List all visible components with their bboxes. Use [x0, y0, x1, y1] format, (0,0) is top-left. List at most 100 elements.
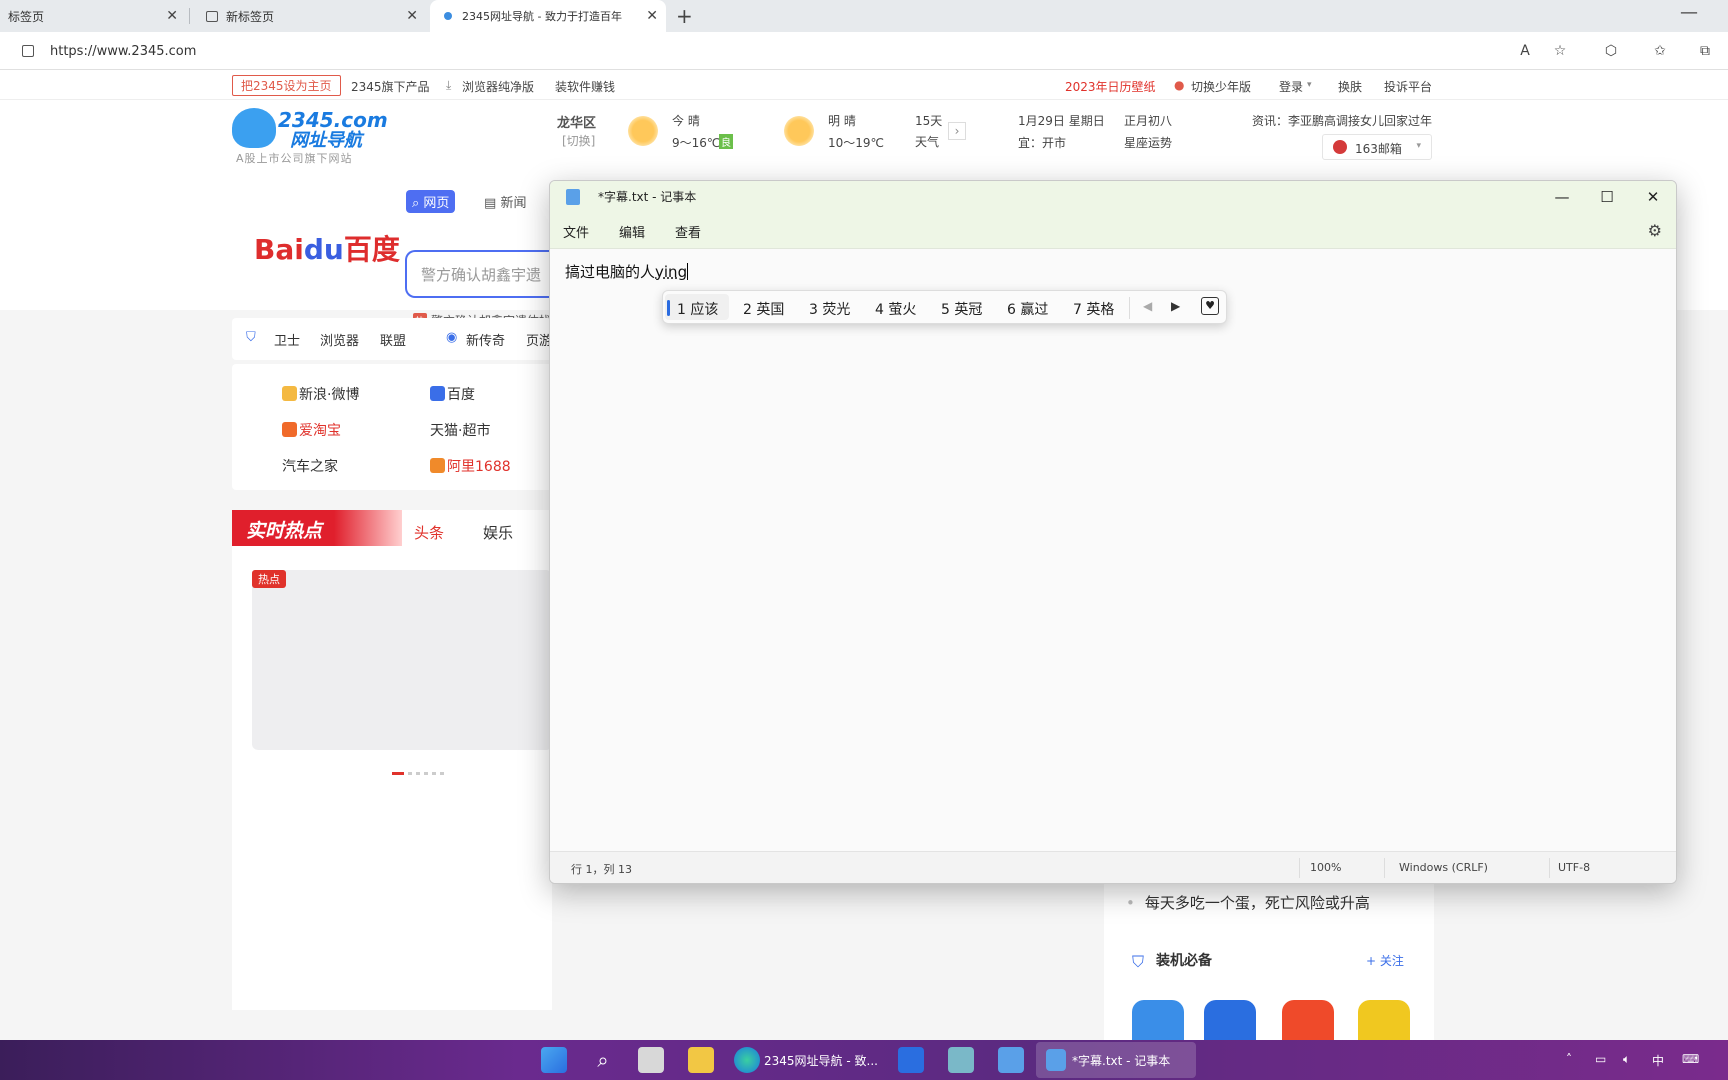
carousel-dots[interactable] [392, 764, 448, 779]
edge-taskbar-label[interactable]: 2345网址导航 - 致... [764, 1052, 878, 1069]
mail-dropdown[interactable]: 163邮箱 ▾ [1322, 134, 1432, 160]
shield-icon: ⛉ [246, 330, 256, 345]
ime-candidate[interactable]: 7 英格 [1073, 299, 1114, 319]
notepad-text-area[interactable]: 搞过电脑的人ying [550, 249, 1676, 851]
link-tmall[interactable]: 天猫·超市 [430, 420, 490, 440]
tab-entertainment[interactable]: 娱乐 [483, 522, 513, 543]
ime-candidate[interactable]: 5 英冠 [941, 299, 982, 319]
ime-candidate[interactable]: 1 应该 [677, 299, 718, 319]
app-taskbar-icon[interactable] [998, 1047, 1024, 1073]
favorite-heart-icon[interactable]: ♥ [1201, 297, 1219, 315]
tab-title: 标签页 [8, 9, 45, 24]
url-box[interactable]: https://www.2345.com [6, 36, 1584, 66]
minimize-button[interactable]: — [1547, 185, 1577, 209]
mascot-logo-icon[interactable] [232, 108, 276, 148]
favorites-list-icon[interactable]: ✩ [1651, 42, 1669, 60]
ime-candidate[interactable]: 3 荧光 [809, 299, 850, 319]
link-weibo[interactable]: 新浪·微博 [282, 384, 359, 404]
login-link[interactable]: 登录 [1279, 78, 1303, 95]
baidu-logo[interactable]: Baidu百度 [254, 228, 400, 268]
new-tab-icon[interactable]: + [676, 4, 693, 28]
lock-icon[interactable] [22, 45, 34, 57]
tray-chevron-up-icon[interactable]: ˄ [1566, 1052, 1572, 1066]
skin-link[interactable]: 换肤 [1338, 78, 1362, 95]
close-icon[interactable]: ✕ [166, 8, 178, 24]
close-button[interactable]: ✕ [1638, 185, 1668, 209]
browser-clean-link[interactable]: 浏览器纯净版 [462, 78, 534, 95]
products-link[interactable]: 2345旗下产品 [351, 78, 430, 95]
extensions-icon[interactable]: ⬡ [1602, 42, 1620, 60]
address-bar: https://www.2345.com A ☆ ⬡ ✩ ⧉ [0, 32, 1728, 70]
file-explorer-icon[interactable] [688, 1047, 714, 1073]
logo-name[interactable]: 网址导航 [290, 126, 362, 152]
browser-tab[interactable]: 标签页 ✕ [0, 0, 186, 32]
browser-tabstrip: 标签页 ✕ 新标签页 ✕ 2345网址导航 - 致力于打造百年 ✕ + — [0, 0, 1728, 32]
next-page-icon[interactable]: ▶ [1171, 299, 1180, 313]
install-earn-link[interactable]: 装软件赚钱 [555, 78, 615, 95]
task-view-icon[interactable] [638, 1047, 664, 1073]
calendar-wallpaper-link[interactable]: 2023年日历壁纸 [1065, 78, 1156, 95]
tab-page-icon [206, 10, 218, 22]
tray-keyboard-icon[interactable]: ⌨ [1682, 1052, 1699, 1066]
link-1688[interactable]: 阿里1688 [430, 456, 511, 476]
encoding: UTF-8 [1558, 861, 1591, 874]
notepad-taskbar-icon[interactable] [1046, 1049, 1066, 1071]
tab-headline[interactable]: 头条 [414, 522, 444, 543]
prev-page-icon[interactable]: ◀ [1143, 299, 1152, 313]
news-item[interactable]: • 每天多吃一个蛋，死亡风险或升高 [1126, 892, 1370, 913]
chevron-down-icon: ▾ [1416, 141, 1421, 151]
edge-browser-icon[interactable] [734, 1047, 760, 1073]
switch-link[interactable]: [切换] [562, 132, 595, 149]
horoscope-link[interactable]: 星座运势 [1124, 134, 1172, 151]
notepad-titlebar[interactable]: *字幕.txt - 记事本 — ☐ ✕ [550, 181, 1676, 213]
forecast-weather-label[interactable]: 天气 [915, 133, 939, 150]
chevron-right-icon[interactable]: › [948, 122, 966, 140]
tab-web[interactable]: ⌕ 网页 [406, 190, 456, 213]
tray-ime-indicator[interactable]: 中 [1652, 1052, 1664, 1069]
nav-item-browser[interactable]: 浏览器 [320, 330, 359, 349]
nav-item-legend[interactable]: 新传奇 [466, 330, 505, 349]
nav-item-guard[interactable]: 卫士 [274, 330, 300, 349]
tab-title: 2345网址导航 - 致力于打造百年 [462, 10, 622, 23]
maximize-button[interactable]: ☐ [1592, 185, 1622, 209]
tab-news[interactable]: ▤ 新闻 [484, 192, 526, 211]
complaint-link[interactable]: 投诉平台 [1384, 78, 1432, 95]
link-autohome[interactable]: 汽车之家 [282, 456, 338, 476]
tray-volume-icon[interactable]: 🔈︎ [1623, 1052, 1630, 1067]
link-baidu[interactable]: 百度 [430, 384, 475, 404]
search-input[interactable]: 警方确认胡鑫宇遗 [405, 250, 555, 298]
news-ticker[interactable]: 资讯：李亚鹏高调接女儿回家过年 [1252, 112, 1432, 129]
gear-icon[interactable]: ⚙ [1648, 221, 1662, 240]
youth-mode-link[interactable]: 切换少年版 [1191, 78, 1251, 95]
ime-candidate[interactable]: 2 英国 [743, 299, 784, 319]
menu-view[interactable]: 查看 [675, 222, 701, 241]
start-icon[interactable] [541, 1047, 567, 1073]
forecast-15day-label[interactable]: 15天 [915, 112, 942, 129]
ime-candidate[interactable]: 4 萤火 [875, 299, 916, 319]
favorite-star-icon[interactable]: ☆ [1551, 42, 1569, 60]
browser-tab-active[interactable]: 2345网址导航 - 致力于打造百年 ✕ [430, 0, 666, 32]
link-aitaobao[interactable]: 爱淘宝 [282, 420, 341, 440]
close-icon[interactable]: ✕ [406, 8, 418, 24]
ime-candidate[interactable]: 6 赢过 [1007, 299, 1048, 319]
search-icon[interactable]: ⌕ [590, 1047, 616, 1073]
url-text[interactable]: https://www.2345.com [50, 44, 196, 59]
tray-display-icon[interactable]: ▭ [1595, 1052, 1606, 1066]
read-aloud-icon[interactable]: A [1516, 42, 1534, 60]
calculator-icon[interactable] [948, 1047, 974, 1073]
hot-news-image[interactable] [252, 570, 552, 750]
menu-edit[interactable]: 编辑 [619, 222, 645, 241]
tab-title: 新标签页 [226, 9, 275, 24]
store-icon[interactable] [898, 1047, 924, 1073]
follow-button[interactable]: + 关注 [1366, 952, 1404, 969]
browser-tab[interactable]: 新标签页 ✕ [194, 0, 426, 32]
close-icon[interactable]: ✕ [646, 8, 658, 24]
collections-icon[interactable]: ⧉ [1696, 42, 1714, 60]
document-text[interactable]: 搞过电脑的人ying [565, 261, 689, 282]
notepad-taskbar-label[interactable]: *字幕.txt - 记事本 [1072, 1052, 1170, 1069]
set-home-link[interactable]: 把2345设为主页 [232, 75, 341, 96]
nav-item-alliance[interactable]: 联盟 [380, 330, 406, 349]
minimize-icon[interactable]: — [1680, 2, 1698, 23]
menu-file[interactable]: 文件 [563, 222, 589, 241]
status-separator [1549, 858, 1550, 878]
